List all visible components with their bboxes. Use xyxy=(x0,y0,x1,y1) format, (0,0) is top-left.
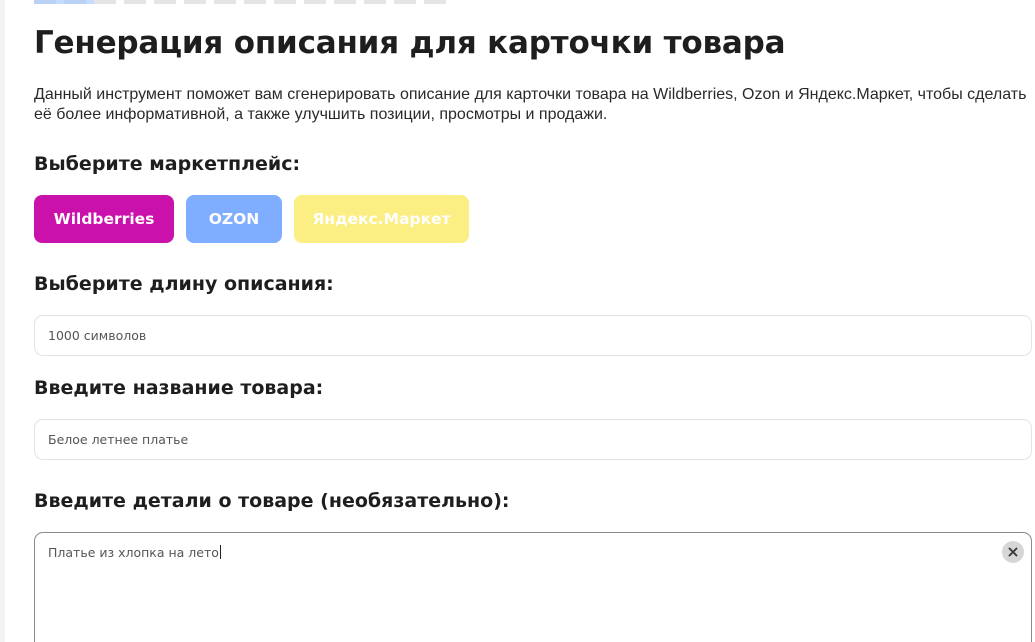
product-name-input[interactable]: Белое летнее платье xyxy=(34,419,1032,460)
details-value: Платье из хлопка на лето xyxy=(48,545,219,560)
left-edge-strip xyxy=(0,0,5,642)
wildberries-button[interactable]: Wildberries xyxy=(34,195,174,243)
close-icon xyxy=(1008,547,1018,557)
intro-text: Данный инструмент поможет вам сгенериров… xyxy=(34,86,1027,123)
clear-button[interactable] xyxy=(1002,541,1024,563)
details-label: Введите детали о товаре (необязательно): xyxy=(34,490,510,512)
ozon-button[interactable]: OZON xyxy=(186,195,282,243)
breadcrumb-cut-off xyxy=(34,0,454,4)
length-select[interactable]: 1000 символов xyxy=(34,315,1032,356)
product-name-label: Введите название товара: xyxy=(34,377,324,399)
length-label: Выберите длину описания: xyxy=(34,273,334,295)
breadcrumb-link-cut-off xyxy=(34,0,94,4)
product-name-value: Белое летнее платье xyxy=(48,432,189,447)
marketplace-label: Выберите маркетплейс: xyxy=(34,153,301,175)
details-textarea[interactable]: Платье из хлопка на лето xyxy=(34,532,1032,642)
length-value: 1000 символов xyxy=(48,328,147,343)
text-caret xyxy=(219,545,221,559)
yandex-market-button[interactable]: Яндекс.Маркет xyxy=(294,195,469,243)
page-title: Генерация описания для карточки товара xyxy=(34,25,786,61)
details-text: Платье из хлопка на лето xyxy=(48,545,221,560)
